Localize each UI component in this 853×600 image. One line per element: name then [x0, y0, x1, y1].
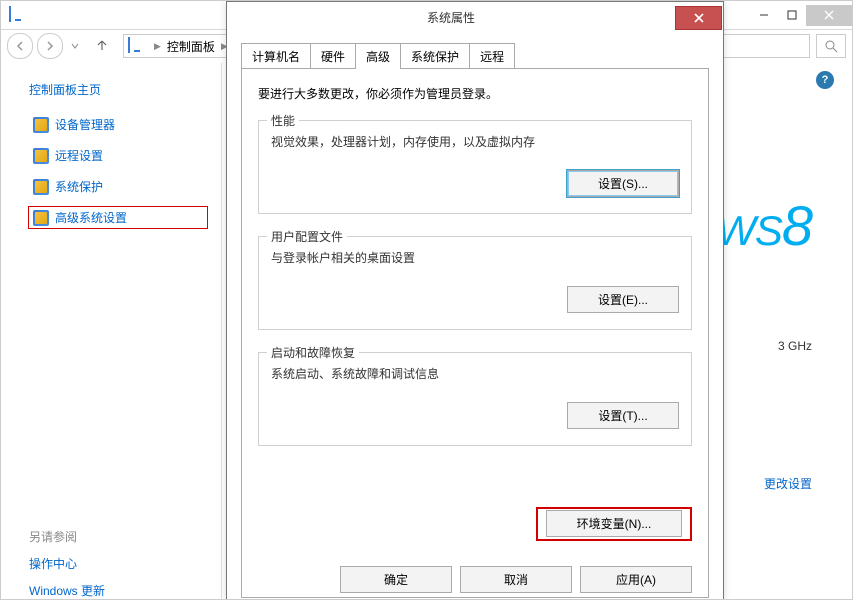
group-legend: 性能: [267, 112, 299, 129]
search-input[interactable]: [816, 34, 846, 58]
change-settings-link[interactable]: 更改设置: [764, 475, 812, 492]
group-legend: 用户配置文件: [267, 228, 347, 245]
tab-computer-name[interactable]: 计算机名: [241, 43, 311, 69]
profiles-settings-button[interactable]: 设置(E)...: [567, 286, 679, 313]
window-buttons: [750, 5, 852, 26]
system-properties-dialog: 系统属性 计算机名 硬件 高级 系统保护 远程 要进行大多数更改，你必须作为管理…: [226, 1, 724, 600]
minimize-button[interactable]: [750, 5, 778, 26]
close-button[interactable]: [806, 5, 852, 26]
up-button[interactable]: [95, 38, 117, 55]
dialog-title: 系统属性: [227, 9, 675, 26]
history-dropdown-icon[interactable]: [71, 39, 85, 53]
group-desc: 与登录帐户相关的桌面设置: [271, 249, 679, 266]
tab-remote[interactable]: 远程: [469, 43, 515, 69]
sidebar-item-device-manager[interactable]: 设备管理器: [29, 114, 207, 135]
cancel-button[interactable]: 取消: [460, 566, 572, 593]
breadcrumb-item[interactable]: 控制面板: [167, 38, 215, 55]
group-startup-recovery: 启动和故障恢复 系统启动、系统故障和调试信息 设置(T)...: [258, 352, 692, 446]
back-button[interactable]: [7, 33, 33, 59]
group-desc: 视觉效果，处理器计划，内存使用，以及虚拟内存: [271, 133, 679, 150]
dialog-titlebar: 系统属性: [227, 2, 723, 32]
computer-icon: [9, 7, 25, 23]
see-also-windows-update[interactable]: Windows 更新: [29, 582, 207, 599]
ok-button[interactable]: 确定: [340, 566, 452, 593]
ws-digit: 8: [782, 194, 812, 257]
cpu-ghz-text: 3 GHz: [778, 339, 812, 353]
tab-system-protection[interactable]: 系统保护: [400, 43, 470, 69]
sidebar-item-label: 系统保护: [55, 178, 103, 195]
shield-icon: [33, 179, 49, 195]
shield-icon: [33, 210, 49, 226]
group-desc: 系统启动、系统故障和调试信息: [271, 365, 679, 382]
tab-hardware[interactable]: 硬件: [310, 43, 356, 69]
ws-text: WS: [716, 207, 782, 254]
sidebar-item-system-protection[interactable]: 系统保护: [29, 176, 207, 197]
admin-required-text: 要进行大多数更改，你必须作为管理员登录。: [258, 85, 692, 102]
see-also-header: 另请参阅: [29, 528, 207, 545]
group-performance: 性能 视觉效果，处理器计划，内存使用，以及虚拟内存 设置(S)...: [258, 120, 692, 214]
chevron-right-icon: ▶: [154, 41, 161, 52]
control-panel-home-link[interactable]: 控制面板主页: [29, 81, 207, 98]
tab-advanced[interactable]: 高级: [355, 43, 401, 69]
windows-8-logo-text: WS8: [716, 193, 812, 258]
performance-settings-button[interactable]: 设置(S)...: [567, 170, 679, 197]
dialog-tabs: 计算机名 硬件 高级 系统保护 远程: [241, 42, 723, 68]
see-also-action-center[interactable]: 操作中心: [29, 555, 207, 572]
group-user-profiles: 用户配置文件 与登录帐户相关的桌面设置 设置(E)...: [258, 236, 692, 330]
sidebar: 控制面板主页 设备管理器 远程设置 系统保护 高级系统设置 另请参阅 操作中心 …: [1, 63, 221, 599]
dialog-close-button[interactable]: [675, 6, 722, 30]
computer-icon: [128, 38, 144, 54]
tab-panel-advanced: 要进行大多数更改，你必须作为管理员登录。 性能 视觉效果，处理器计划，内存使用，…: [241, 68, 709, 598]
shield-icon: [33, 117, 49, 133]
environment-variables-button[interactable]: 环境变量(N)...: [546, 510, 682, 537]
sidebar-item-advanced-system-settings[interactable]: 高级系统设置: [29, 207, 207, 228]
apply-button[interactable]: 应用(A): [580, 566, 692, 593]
highlight-box: 环境变量(N)...: [536, 507, 692, 541]
dialog-bottom-buttons: 确定 取消 应用(A): [242, 561, 708, 597]
help-icon[interactable]: ?: [816, 71, 834, 89]
startup-settings-button[interactable]: 设置(T)...: [567, 402, 679, 429]
sidebar-item-remote-settings[interactable]: 远程设置: [29, 145, 207, 166]
forward-button[interactable]: [37, 33, 63, 59]
sidebar-item-label: 设备管理器: [55, 116, 115, 133]
group-legend: 启动和故障恢复: [267, 344, 359, 361]
maximize-button[interactable]: [778, 5, 806, 26]
sidebar-item-label: 高级系统设置: [55, 209, 127, 226]
shield-icon: [33, 148, 49, 164]
sidebar-item-label: 远程设置: [55, 147, 103, 164]
environment-variables-row: 环境变量(N)...: [536, 510, 692, 537]
